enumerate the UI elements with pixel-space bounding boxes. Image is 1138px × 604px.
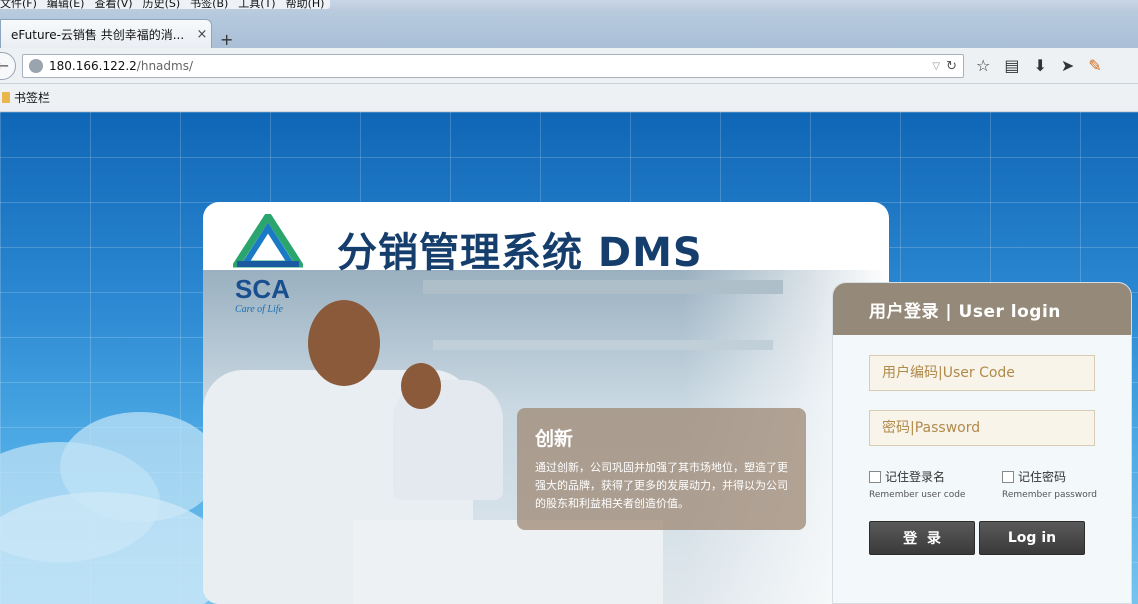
- bookmarks-folder[interactable]: 书签栏: [14, 89, 50, 106]
- remember-user-option[interactable]: 记住登录名 Remember user code: [869, 468, 965, 500]
- menu-edit[interactable]: 编辑(E): [47, 0, 85, 10]
- remember-password-checkbox[interactable]: [1002, 470, 1014, 483]
- remember-password-label: 记住密码: [1018, 470, 1067, 484]
- browser-tab[interactable]: eFuture-云销售 共创幸福的消... ×: [0, 19, 212, 48]
- back-arrow-icon[interactable]: ←: [0, 52, 16, 80]
- remember-user-checkbox[interactable]: [869, 470, 881, 483]
- reload-icon[interactable]: ↻: [946, 59, 957, 74]
- reading-list-icon[interactable]: ▤: [1004, 56, 1019, 75]
- bookmarks-bar: 书签栏: [0, 84, 1138, 112]
- remember-user-label: 记住登录名: [885, 470, 946, 484]
- remember-password-option[interactable]: 记住密码 Remember password: [1002, 468, 1097, 500]
- remember-user-sub: Remember user code: [869, 490, 966, 500]
- menu-help[interactable]: 帮助(H): [286, 0, 325, 10]
- menu-bookmarks[interactable]: 书签(B): [190, 0, 228, 10]
- tab-title: eFuture-云销售 共创幸福的消...: [11, 27, 185, 42]
- innovation-panel: 创新 通过创新，公司巩固并加强了其市场地位，塑造了更强大的品牌，获得了更多的发展…: [517, 408, 806, 530]
- menu-list: 文件(F) 编辑(E) 查看(V) 历史(S) 书签(B) 工具(T) 帮助(H…: [0, 0, 331, 10]
- sca-logo: SCA Care of Life: [233, 214, 303, 314]
- logo-tagline: Care of Life: [235, 304, 284, 314]
- password-input[interactable]: [869, 410, 1095, 446]
- login-cn-button[interactable]: 登 录: [869, 521, 975, 555]
- login-title: 用户登录 | User login: [833, 283, 1131, 335]
- url-host: 180.166.122.2: [49, 59, 137, 73]
- remember-password-sub: Remember password: [1002, 490, 1097, 500]
- menu-history[interactable]: 历史(S): [143, 0, 181, 10]
- send-icon[interactable]: ➤: [1061, 56, 1074, 75]
- url-path: /hnadms/: [136, 59, 194, 73]
- menu-tools[interactable]: 工具(T): [238, 0, 275, 10]
- download-icon[interactable]: ⬇: [1033, 56, 1046, 75]
- login-panel: 用户登录 | User login 记住登录名 Remember user co…: [832, 282, 1132, 604]
- tab-bar: eFuture-云销售 共创幸福的消... × +: [0, 12, 1138, 49]
- logo-text: SCA: [235, 274, 290, 304]
- innovation-heading: 创新: [535, 428, 574, 450]
- dms-banner-card: SCA Care of Life 分销管理系统 DMS 创新 通过创新，公司巩固…: [203, 202, 889, 604]
- new-tab-icon[interactable]: +: [220, 30, 233, 49]
- globe-icon: [29, 59, 43, 73]
- bookmark-star-icon[interactable]: ☆: [976, 56, 990, 75]
- close-tab-icon[interactable]: ×: [193, 27, 211, 42]
- user-code-input[interactable]: [869, 355, 1095, 391]
- folder-icon: [2, 92, 10, 103]
- system-title: 分销管理系统 DMS: [337, 230, 703, 276]
- menu-file[interactable]: 文件(F): [0, 0, 37, 10]
- menu-bar: 文件(F) 编辑(E) 查看(V) 历史(S) 书签(B) 工具(T) 帮助(H…: [0, 0, 1138, 12]
- toolbar-icons: ☆ ▤ ⬇ ➤ ✎: [976, 56, 1102, 75]
- extension-icon[interactable]: ✎: [1088, 56, 1101, 75]
- menu-view[interactable]: 查看(V): [94, 0, 132, 10]
- login-en-button[interactable]: Log in: [979, 521, 1085, 555]
- navigation-bar: ← 180.166.122.2 /hnadms/ ▽ ↻ ☆ ▤ ⬇ ➤ ✎: [0, 48, 1138, 84]
- url-bar[interactable]: 180.166.122.2 /hnadms/ ▽ ↻: [22, 54, 964, 78]
- innovation-text: 通过创新，公司巩固并加强了其市场地位，塑造了更强大的品牌，获得了更多的发展动力，…: [535, 461, 788, 510]
- url-dropdown-icon[interactable]: ▽: [932, 61, 940, 72]
